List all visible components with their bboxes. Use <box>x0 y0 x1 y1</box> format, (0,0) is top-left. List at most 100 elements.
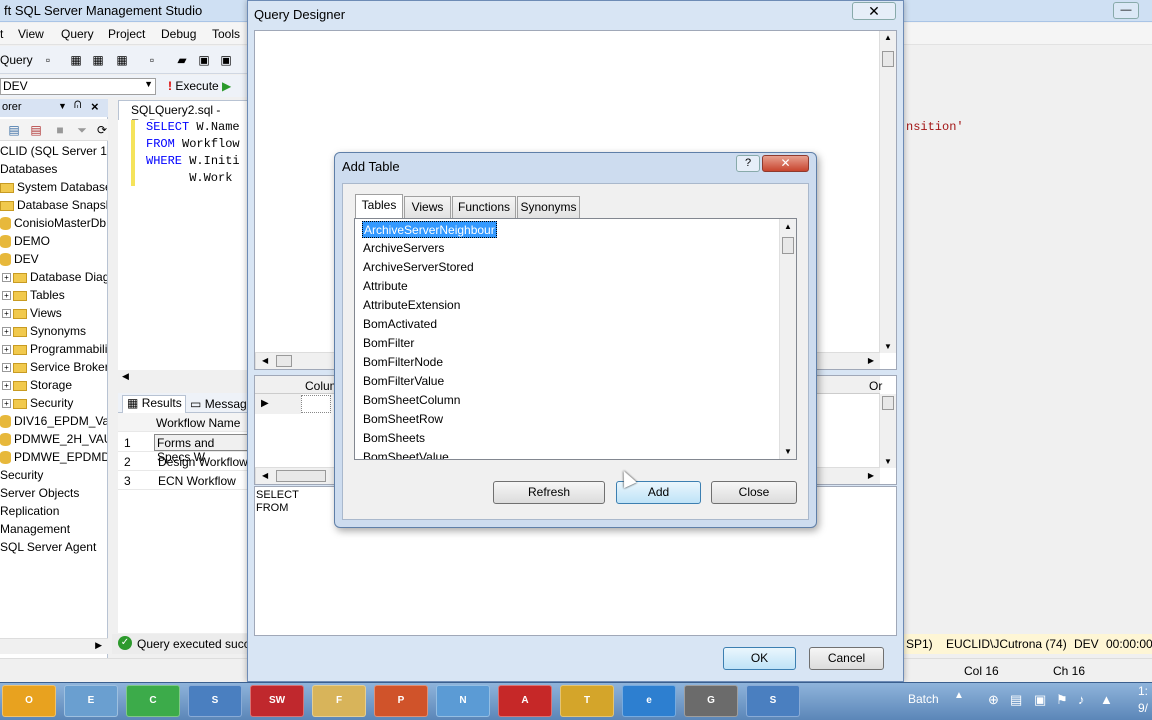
ssms-icon[interactable]: S <box>188 685 242 717</box>
tab-tables[interactable]: Tables <box>355 194 403 219</box>
new-query-button[interactable]: Query <box>0 53 33 67</box>
disconnect-icon[interactable]: ▤ <box>28 122 44 138</box>
expand-icon[interactable]: + <box>2 363 11 373</box>
folder-icon[interactable]: F <box>312 685 366 717</box>
list-item[interactable]: Attribute <box>362 278 409 295</box>
results-grid[interactable]: Workflow Name 1 Forms and Specs W 2 Design… <box>118 413 250 633</box>
column-header[interactable]: Workflow Name <box>156 416 240 430</box>
scroll-right-icon[interactable]: ▶ <box>95 640 102 651</box>
sql-pane-text[interactable]: SELECT FROM <box>256 489 299 515</box>
tree-item[interactable]: Databases <box>0 162 107 180</box>
explorer-icon[interactable]: E <box>64 685 118 717</box>
scroll-left-icon[interactable]: ◀ <box>122 371 129 382</box>
list-item[interactable]: BomSheetRow <box>362 411 444 428</box>
ie-icon[interactable]: e <box>622 685 676 717</box>
new-project-icon[interactable]: ▫ <box>144 52 160 68</box>
tree-item[interactable]: + Storage <box>0 378 107 396</box>
clock-time[interactable]: 1: <box>1138 684 1148 698</box>
tab-synonyms[interactable]: Synonyms <box>517 196 580 218</box>
tree-item[interactable]: Replication <box>0 504 107 522</box>
expand-icon[interactable]: + <box>2 273 11 283</box>
tree-item[interactable]: + Database Diagrams <box>0 270 107 288</box>
list-item[interactable]: BomFilter <box>362 335 415 352</box>
notepad-icon[interactable]: N <box>436 685 490 717</box>
execute-button[interactable]: ! Execute ▶ <box>168 79 248 95</box>
list-item[interactable]: BomSheets <box>362 430 426 447</box>
expand-icon[interactable]: + <box>2 345 11 355</box>
query-designer-close-button[interactable]: ✕ <box>852 2 896 20</box>
close-button[interactable]: Close <box>711 481 797 504</box>
mdx-query-icon[interactable]: ▦ <box>114 52 130 68</box>
tree-item[interactable]: DIV16_EPDM_Vault <box>0 414 107 432</box>
menu-item-view[interactable]: View <box>18 27 44 41</box>
tree-item[interactable]: DEMO <box>0 234 107 252</box>
table-list[interactable]: ArchiveServerNeighbour ArchiveServers Ar… <box>354 218 797 460</box>
tree-item[interactable]: Management <box>0 522 107 540</box>
printer-icon[interactable]: ▤ <box>1010 692 1022 708</box>
scroll-right-icon[interactable]: ▶ <box>868 356 874 365</box>
editor-horizontal-scrollbar[interactable]: ◀ <box>118 370 250 386</box>
table-row[interactable]: 3 ECN Workflow <box>118 471 250 490</box>
acrobat-icon[interactable]: A <box>498 685 552 717</box>
scroll-up-icon[interactable]: ▲ <box>784 222 792 231</box>
scroll-up-icon[interactable]: ▲ <box>884 33 892 42</box>
tree-item[interactable]: + Synonyms <box>0 324 107 342</box>
tab-functions[interactable]: Functions <box>452 196 516 218</box>
dropdown-icon[interactable]: ▼ <box>58 101 67 111</box>
list-item[interactable]: AttributeExtension <box>362 297 461 314</box>
expand-icon[interactable]: + <box>2 291 11 301</box>
expand-icon[interactable]: + <box>2 399 11 409</box>
cell-value[interactable]: ECN Workflow <box>158 474 236 488</box>
tree-item[interactable]: + Tables <box>0 288 107 306</box>
table-row[interactable]: 1 Forms and Specs W <box>118 433 250 464</box>
table-list-scrollbar[interactable]: ▲ ▼ <box>779 219 796 459</box>
criteria-cell[interactable] <box>301 395 331 413</box>
tree-item[interactable]: Server Objects <box>0 486 107 504</box>
save-icon[interactable]: ▣ <box>196 52 212 68</box>
add-table-close-button[interactable]: ✕ <box>762 155 809 172</box>
pin-icon[interactable]: ᕬ <box>74 100 81 111</box>
tab-messages[interactable]: ▭ Messag <box>190 397 247 411</box>
ok-button[interactable]: OK <box>723 647 796 670</box>
save-all-icon[interactable]: ▣ <box>218 52 234 68</box>
expand-icon[interactable]: + <box>2 309 11 319</box>
stop-icon[interactable]: ■ <box>52 122 68 138</box>
list-item[interactable]: BomActivated <box>362 316 438 333</box>
chrome-icon[interactable]: C <box>126 685 180 717</box>
scroll-thumb[interactable] <box>276 355 292 367</box>
tree-item[interactable]: + Security <box>0 396 107 414</box>
refresh-button[interactable]: Refresh <box>493 481 605 504</box>
device-icon[interactable]: ▣ <box>1034 692 1046 708</box>
cell-value[interactable]: Forms and Specs W <box>154 434 250 464</box>
editor-tab[interactable]: SQLQuery2.sql - E...D <box>118 100 250 131</box>
tab-results[interactable]: ▦ Results <box>122 395 186 413</box>
tree-item[interactable]: SQL Server Agent <box>0 540 107 558</box>
minimize-button[interactable]: — <box>1113 2 1139 19</box>
filter-icon[interactable]: ⏷ <box>74 122 90 138</box>
tree-item[interactable]: PDMWE_EPDMDEMO <box>0 450 107 468</box>
scroll-thumb[interactable] <box>882 396 894 410</box>
database-select[interactable]: DEV ▼ <box>0 78 156 95</box>
ssms-icon[interactable]: S <box>746 685 800 717</box>
open-folder-icon[interactable]: ▰ <box>174 52 190 68</box>
scroll-down-icon[interactable]: ▼ <box>884 342 892 351</box>
criteria-vertical-scrollbar[interactable]: ▼ <box>879 394 896 468</box>
powerpoint-icon[interactable]: P <box>374 685 428 717</box>
close-icon[interactable]: × <box>91 99 99 114</box>
scroll-down-icon[interactable]: ▼ <box>784 447 792 456</box>
tree-item[interactable]: + Programmability <box>0 342 107 360</box>
tree-item[interactable]: ConisioMasterDb <box>0 216 107 234</box>
flag-icon[interactable]: ⚑ <box>1056 692 1068 708</box>
diagram-vertical-scrollbar[interactable]: ▲ ▼ <box>879 31 896 353</box>
tree-item[interactable]: Database Snapshots <box>0 198 107 216</box>
help-button[interactable]: ? <box>736 155 760 172</box>
menu-item-debug[interactable]: Debug <box>161 27 196 41</box>
drive-icon[interactable]: ▲ <box>1100 692 1113 707</box>
menu-item-t[interactable]: t <box>0 27 3 41</box>
tree-item[interactable]: DEV <box>0 252 107 270</box>
object-explorer-scrollbar[interactable]: ▶ <box>0 638 108 654</box>
tree-item[interactable]: + Service Broker <box>0 360 107 378</box>
expand-icon[interactable]: + <box>2 327 11 337</box>
outlook-icon[interactable]: O <box>2 685 56 717</box>
volume-icon[interactable]: ♪ <box>1078 692 1085 707</box>
